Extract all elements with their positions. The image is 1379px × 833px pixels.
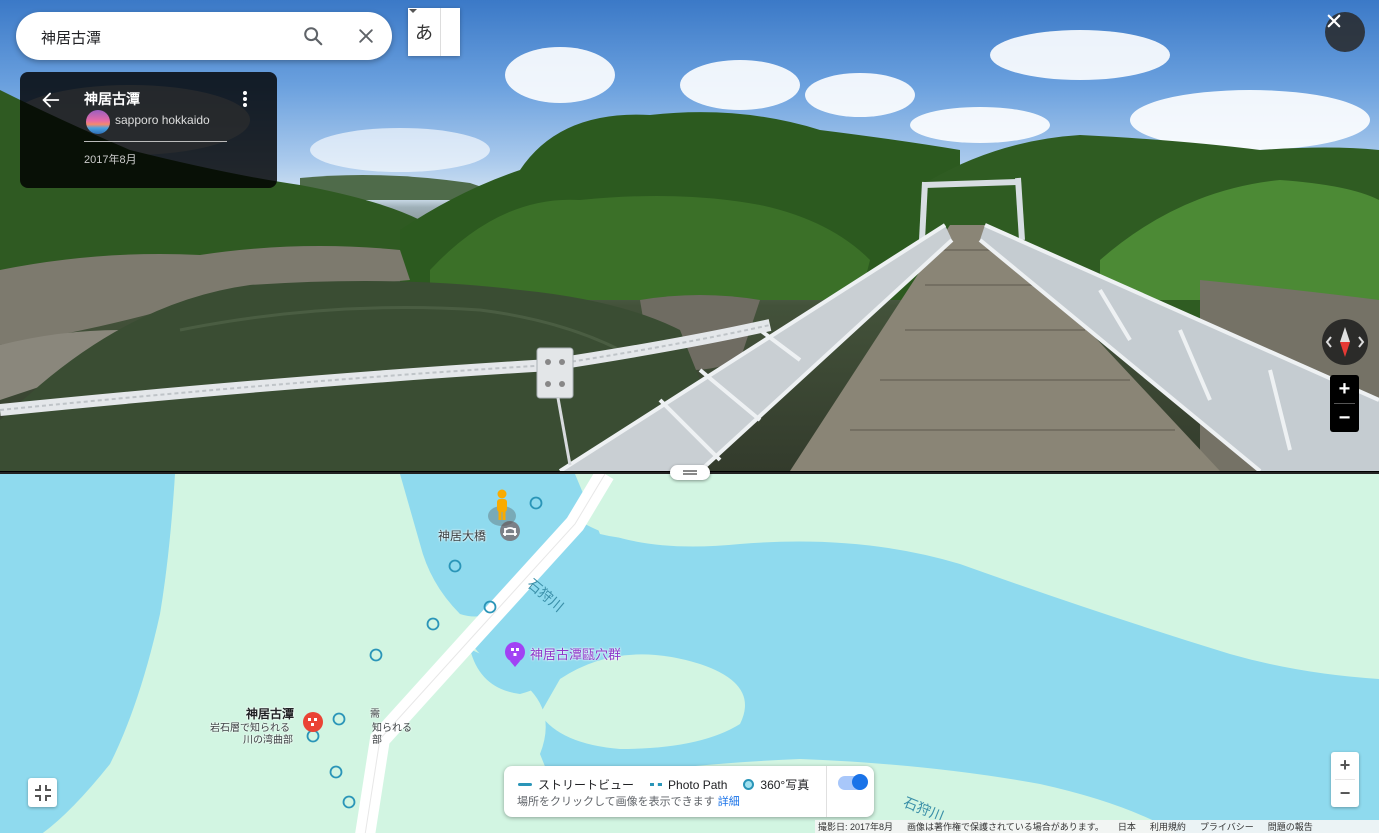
input-method-selector[interactable]: あ — [408, 8, 460, 56]
privacy-link[interactable]: プライバシー — [1200, 820, 1254, 833]
street-view-panorama[interactable]: 神居古潭 あ 神居古潭 sapporo hokkaido 2017年8月 + − — [0, 0, 1379, 471]
place-description: 川の湾曲部 — [243, 735, 293, 746]
legend-360-photo: 360°写真 — [760, 778, 810, 792]
toggle-knob — [852, 774, 868, 790]
photo-360-icon — [743, 779, 755, 790]
copyright-notice: 画像は著作権で保護されている場合があります。 — [907, 822, 1104, 832]
search-input[interactable]: 神居古潭 — [41, 27, 101, 48]
divider — [84, 141, 227, 142]
arrow-back-icon[interactable] — [40, 89, 62, 111]
panorama-zoom-control: + − — [1330, 375, 1359, 432]
legend-items: ストリートビュー Photo Path 360°写真 — [518, 776, 809, 793]
search-icon[interactable] — [302, 25, 324, 47]
terms-link[interactable]: 利用規約 — [1150, 820, 1186, 833]
street-view-line-icon — [518, 783, 532, 786]
map-zoom-control: + − — [1331, 752, 1359, 807]
close-icon — [1327, 14, 1341, 28]
close-icon[interactable] — [356, 26, 376, 46]
dropdown-arrow-icon[interactable] — [409, 8, 460, 56]
place-label-fragment: 部 — [372, 735, 382, 746]
coverage-legend: ストリートビュー Photo Path 360°写真 場所をクリックして画像を表… — [504, 766, 874, 817]
search-box[interactable]: 神居古潭 — [16, 12, 392, 60]
input-method-label[interactable]: あ — [408, 8, 440, 56]
region-link[interactable]: 日本 — [1118, 820, 1136, 833]
legend-hint-text: 場所をクリックして画像を表示できます — [517, 796, 715, 808]
more-vert-icon[interactable] — [236, 88, 254, 110]
zoom-in-button[interactable]: + — [1330, 375, 1359, 403]
avatar[interactable] — [86, 110, 110, 134]
potholes-poi-label[interactable]: 神居古潭甌穴群 — [530, 644, 621, 663]
author-name[interactable]: sapporo hokkaido — [115, 113, 210, 127]
collapse-map-button[interactable] — [28, 778, 57, 807]
legend-photo-path: Photo Path — [668, 777, 728, 792]
divider — [826, 766, 827, 817]
drag-handle-icon — [683, 470, 697, 475]
close-street-view-button[interactable] — [1325, 12, 1365, 52]
resize-handle[interactable] — [670, 465, 710, 480]
capture-date: 2017年8月 — [84, 154, 137, 166]
place-label-fragment: 需 — [370, 709, 380, 720]
zoom-out-button[interactable]: − — [1330, 404, 1359, 432]
photo-path-dots-icon — [650, 783, 663, 786]
collapse-icon — [34, 784, 51, 801]
place-title: 神居古潭 — [84, 91, 140, 107]
photo-info-card: 神居古潭 sapporo hokkaido 2017年8月 — [20, 72, 277, 188]
details-link[interactable]: 詳細 — [718, 796, 740, 808]
zoom-in-button[interactable]: + — [1331, 752, 1359, 779]
zoom-out-button[interactable]: − — [1331, 780, 1359, 807]
pegman-icon[interactable] — [486, 488, 518, 528]
coverage-toggle[interactable] — [838, 774, 868, 790]
panorama-scene — [0, 30, 1379, 471]
capture-date-footer: 撮影日: 2017年8月 — [818, 822, 894, 832]
report-link[interactable]: 問題の報告 — [1268, 820, 1313, 833]
legend-hint: 場所をクリックして画像を表示できます 詳細 — [517, 793, 740, 809]
bridge-label[interactable]: 神居大橋 — [438, 527, 486, 544]
compass-icon[interactable] — [1322, 319, 1368, 365]
attribution-footer: 撮影日: 2017年8月 画像は著作権で保護されている場合があります。 日本 利… — [815, 820, 1379, 833]
legend-street-view: ストリートビュー — [538, 778, 635, 792]
